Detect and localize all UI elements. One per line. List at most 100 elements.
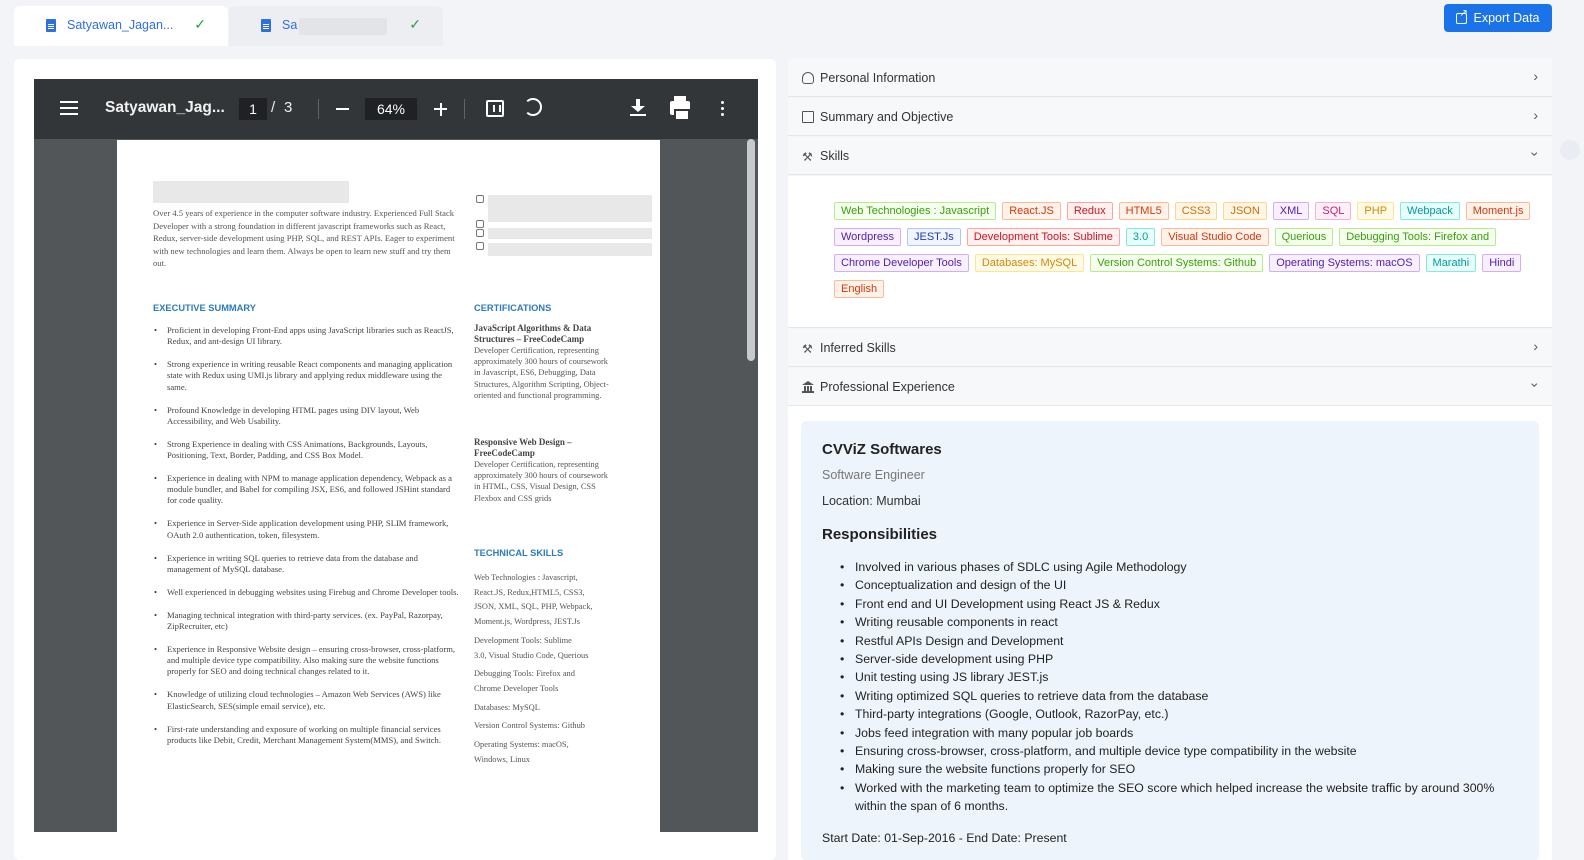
menu-icon[interactable] [60, 101, 78, 103]
export-data-button[interactable]: Export Data [1444, 4, 1552, 32]
section-summary-objective[interactable]: Summary and Objective › [788, 98, 1552, 136]
skill-tag: English [834, 280, 885, 298]
more-options-icon[interactable] [721, 101, 724, 104]
section-inferred-skills[interactable]: ⚒ Inferred Skills › [788, 329, 1552, 367]
skill-tag: SQL [1315, 202, 1352, 220]
chevron-right-icon: › [1533, 338, 1538, 354]
toolbar-divider [464, 99, 465, 119]
building-icon [802, 381, 814, 393]
document-icon [46, 19, 56, 32]
list-item: First-rate understanding and exposure of… [153, 724, 459, 746]
export-icon [1456, 8, 1468, 24]
job-title: Software Engineer [822, 468, 925, 482]
certification-title: JavaScript Algorithms & Data Structures … [474, 323, 592, 344]
list-item: Profound Knowledge in developing HTML pa… [153, 405, 459, 427]
skill-tag: Webpack [1400, 202, 1460, 220]
responsibility-item: Writing reusable components in react [840, 613, 1500, 632]
chevron-right-icon: › [1533, 68, 1538, 84]
responsibility-item: Ensuring cross-browser, cross-platform, … [840, 742, 1500, 761]
skill-tag: JSON [1223, 202, 1267, 220]
decorative-node [1560, 140, 1580, 160]
list-item: Well experienced in debugging websites u… [153, 587, 459, 598]
experience-content: CVViZ Softwares Software Engineer Locati… [788, 406, 1552, 860]
skill-tag: HTML5 [1118, 202, 1169, 220]
wrench-icon: ⚒ [802, 150, 813, 164]
experience-card: CVViZ Softwares Software Engineer Locati… [801, 421, 1539, 860]
section-professional-experience[interactable]: Professional Experience › [788, 368, 1552, 406]
skill-tag: Development Tools: Sublime [966, 228, 1120, 246]
document-icon [802, 111, 814, 123]
zoom-input[interactable]: 64% [365, 98, 417, 120]
responsibility-item: Writing optimized SQL queries to retriev… [840, 687, 1500, 706]
file-tab-1[interactable]: Satyawan_Jagan... ✓ [14, 6, 228, 46]
file-tab-bar: Satyawan_Jagan... ✓ Sa ✓ [0, 0, 1584, 47]
skill-tag: Redux [1066, 202, 1113, 220]
download-icon[interactable] [630, 99, 646, 117]
tech-line: JSON, XML, SQL, PHP, Webpack, [474, 602, 593, 612]
zoom-in-icon[interactable] [434, 102, 447, 116]
zoom-out-icon[interactable] [336, 108, 349, 110]
skill-tag: Visual Studio Code [1161, 228, 1269, 246]
list-item: Experience in Server-Side application de… [153, 518, 459, 540]
skill-tag: Moment.js [1465, 202, 1531, 220]
skills-content: Web Technologies : Javascript React.JS Red… [788, 176, 1552, 328]
job-location: Location: Mumbai [822, 494, 921, 508]
list-item: Strong Experience in dealing with CSS An… [153, 439, 459, 461]
certification-1: JavaScript Algorithms & Data Structures … [474, 323, 614, 401]
section-title: Inferred Skills [820, 341, 896, 355]
certification-body: Developer Certification, representing ap… [474, 460, 608, 503]
pdf-scrollbar[interactable] [747, 139, 755, 361]
employment-dates: Start Date: 01-Sep-2016 - End Date: Pres… [822, 831, 1067, 845]
tech-line: React.JS, Redux,HTML5, CSS3, [474, 587, 585, 597]
skill-tag: Hindi [1482, 254, 1522, 272]
redacted-address [488, 195, 652, 222]
skill-tag: Marathi [1425, 254, 1477, 272]
skill-tags: Web Technologies : Javascript React.JS Red… [834, 202, 1534, 298]
redacted-name [153, 181, 349, 203]
skill-tag: CSS3 [1174, 202, 1218, 220]
page-number-input[interactable]: 1 [239, 98, 267, 120]
skill-tag: Querious [1274, 228, 1334, 246]
skill-tag: Chrome Developer Tools [834, 254, 969, 272]
redacted-link [488, 243, 652, 256]
page-total: 3 [284, 99, 293, 116]
phone-icon [476, 220, 484, 228]
wrench-icon: ⚒ [802, 342, 813, 356]
section-skills[interactable]: ⚒ Skills › [788, 137, 1552, 175]
tech-line: Version Control Systems: Github [474, 721, 585, 731]
tech-line: Operating Systems: macOS, [474, 740, 569, 750]
redacted-filename [299, 18, 387, 35]
list-item: Managing technical integration with thir… [153, 610, 459, 632]
section-personal-information[interactable]: Personal Information › [788, 59, 1552, 97]
responsibility-item: Jobs feed integration with many popular … [840, 724, 1500, 743]
redacted-email [488, 228, 652, 239]
responsibility-item: Server-side development using PHP [840, 650, 1500, 669]
fit-page-icon[interactable] [486, 100, 504, 117]
tech-line: Moment.js, Wordpress, JEST.Js [474, 617, 581, 627]
pdf-page: Over 4.5 years of experience in the comp… [117, 140, 660, 832]
skill-tag: Wordpress [834, 228, 901, 246]
list-item: Experience in dealing with NPM to manage… [153, 473, 459, 507]
skill-tag: XML [1272, 202, 1310, 220]
certification-body: Developer Certification, representing ap… [474, 346, 609, 400]
responsibilities-heading: Responsibilities [822, 526, 938, 543]
responsibility-item: Making sure the website functions proper… [840, 760, 1500, 779]
skill-tag: JEST.Js [906, 228, 961, 246]
tech-line: Development Tools: Sublime [474, 635, 572, 645]
skill-tag: Operating Systems: macOS [1269, 254, 1420, 272]
rotate-icon[interactable] [524, 98, 542, 116]
pdf-title: Satyawan_Jag... [105, 99, 225, 116]
skill-tag: Web Technologies : Javascript [834, 202, 997, 220]
tech-line: 3.0, Visual Studio Code, Querious [474, 650, 589, 660]
responsibility-item: Unit testing using JS library JEST.js [840, 668, 1500, 687]
responsibility-item: Third-party integrations (Google, Outloo… [840, 705, 1500, 724]
certification-2: Responsive Web Design – FreeCodeCamp Dev… [474, 437, 614, 504]
responsibility-item: Involved in various phases of SDLC using… [840, 558, 1500, 577]
check-icon: ✓ [409, 16, 421, 32]
file-tab-label: Satyawan_Jagan... [67, 18, 174, 32]
certification-title: Responsive Web Design – FreeCodeCamp [474, 437, 572, 458]
exec-summary-list: Proficient in developing Front-End apps … [153, 325, 459, 758]
file-tab-2[interactable]: Sa ✓ [229, 6, 443, 46]
print-icon[interactable] [670, 96, 690, 121]
responsibility-item: Conceptualization and design of the UI [840, 576, 1500, 595]
